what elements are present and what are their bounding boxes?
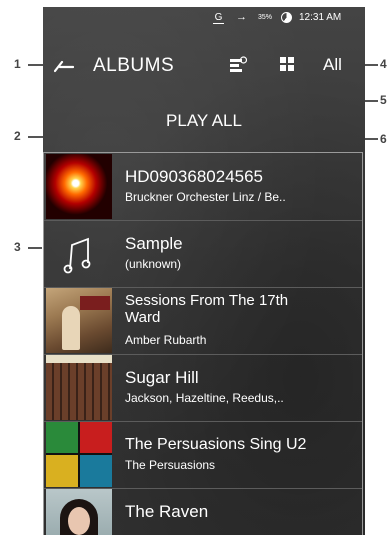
album-list[interactable]: HD090368024565 Bruckner Orchester Linz /… — [43, 152, 363, 535]
album-art-placeholder — [46, 221, 112, 286]
sort-icon[interactable] — [229, 56, 247, 74]
device-screen: G → 35% 12:31 AM ALBUMS All PLAY ALL HD0… — [43, 7, 365, 535]
album-row[interactable]: Sugar Hill Jackson, Hazeltine, Reedus,.. — [44, 354, 362, 422]
album-title: HD090368024565 — [125, 167, 264, 186]
battery-pie-icon — [281, 12, 292, 23]
album-artist: Amber Rubarth — [125, 333, 207, 347]
album-title: The Raven — [125, 502, 209, 521]
album-art-portraits — [46, 422, 112, 487]
back-arrow-icon[interactable] — [54, 59, 74, 73]
album-artist: The Persuasions — [125, 458, 216, 472]
album-art-caption — [46, 355, 112, 363]
album-title: The Persuasions Sing U2 — [125, 436, 307, 453]
album-row[interactable]: Sample (unknown) — [44, 220, 362, 288]
play-all-button[interactable]: PLAY ALL — [43, 111, 365, 131]
callout-6: 6 — [380, 132, 387, 146]
album-art-guitar-player — [46, 288, 112, 353]
album-row[interactable]: HD090368024565 Bruckner Orchester Linz /… — [44, 153, 362, 221]
usb-arrow-icon: → — [236, 11, 247, 23]
battery-percent: 35% — [258, 14, 273, 21]
album-artist: (unknown) — [125, 257, 182, 271]
album-art-figure — [62, 306, 80, 350]
album-artist: Jackson, Hazeltine, Reedus,.. — [125, 391, 284, 405]
callout-2: 2 — [14, 129, 21, 143]
top-bar: ALBUMS All — [43, 51, 365, 81]
album-art-fireworks — [46, 154, 112, 219]
album-art-band — [80, 296, 110, 310]
music-note-icon — [63, 237, 91, 274]
callout-4: 4 — [380, 57, 387, 71]
google-icon: G — [213, 12, 224, 24]
album-title: Sample — [125, 234, 183, 253]
callout-5: 5 — [380, 93, 387, 107]
album-title: Sessions From The 17th Ward — [125, 292, 289, 326]
album-art-woman-portrait — [46, 489, 112, 535]
page-title: ALBUMS — [93, 55, 175, 76]
album-title: Sugar Hill — [125, 368, 199, 387]
status-bar: G → 35% 12:31 AM — [43, 7, 365, 35]
callout-1: 1 — [14, 57, 21, 71]
album-art-building — [46, 355, 112, 420]
grid-view-icon[interactable] — [279, 56, 295, 72]
callout-3: 3 — [14, 240, 21, 254]
album-row[interactable]: The Raven — [44, 488, 362, 535]
clock-time: 12:31 AM — [299, 12, 342, 23]
album-row[interactable]: Sessions From The 17th Ward Amber Rubart… — [44, 287, 362, 355]
callout-line-3 — [28, 247, 42, 249]
album-row[interactable]: The Persuasions Sing U2 The Persuasions — [44, 421, 362, 489]
album-artist: Bruckner Orchester Linz / Be.. — [125, 190, 286, 204]
album-art-face — [68, 507, 90, 535]
filter-all-button[interactable]: All — [323, 55, 342, 75]
